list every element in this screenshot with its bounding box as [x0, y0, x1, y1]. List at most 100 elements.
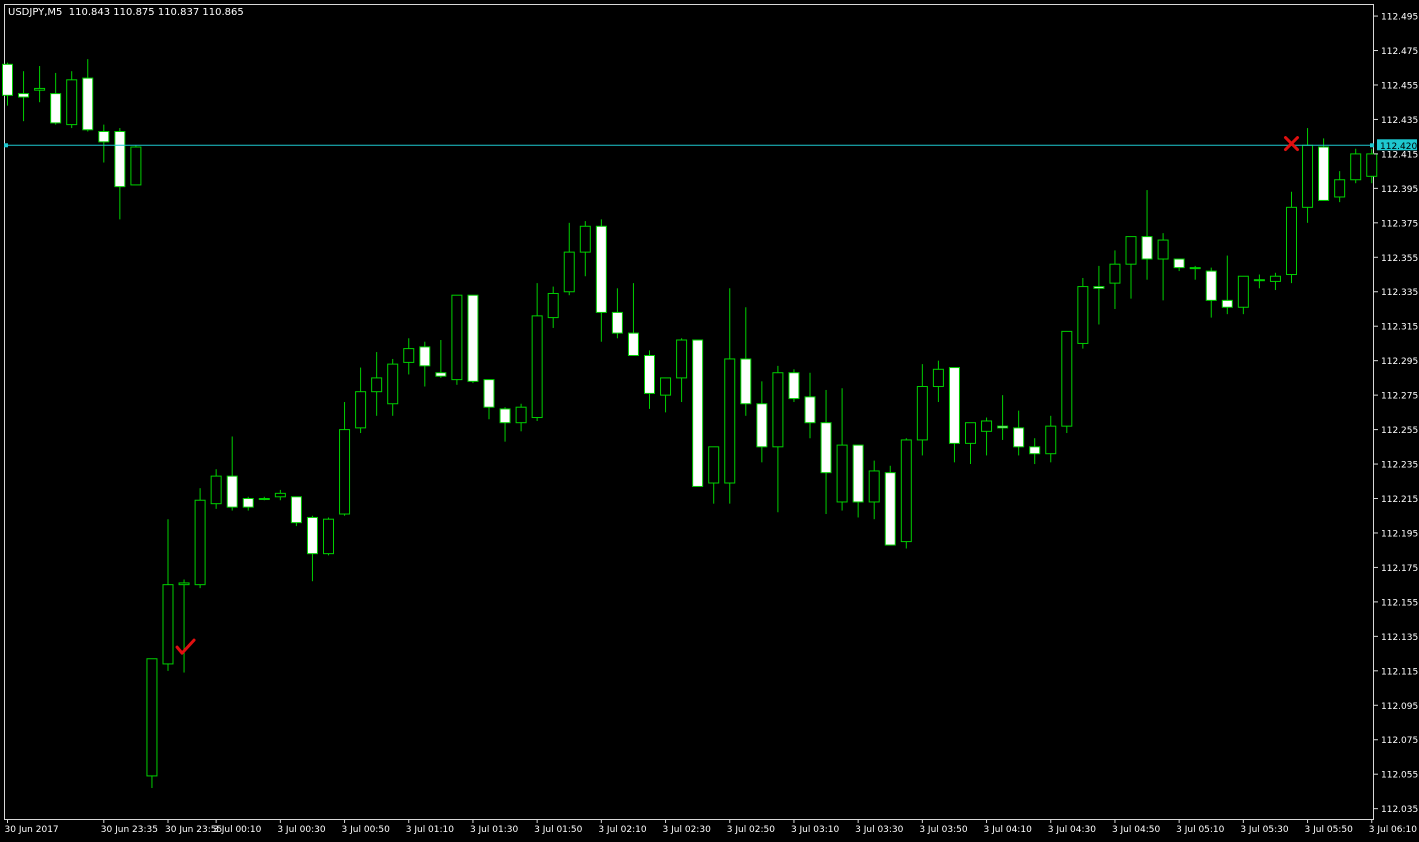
check-mark-icon — [175, 638, 196, 655]
candle — [1029, 438, 1041, 465]
candle-body — [708, 446, 720, 484]
y-tick-label: 112.475 — [1381, 47, 1418, 57]
candle — [258, 496, 270, 501]
x-tick-label: 30 Jun 23:35 — [101, 825, 158, 835]
candle — [1269, 272, 1281, 291]
candle-body — [419, 346, 431, 367]
x-tick-label: 3 Jul 03:30 — [855, 825, 904, 835]
candle — [981, 417, 993, 456]
candle — [515, 403, 527, 432]
candle-body — [740, 358, 752, 405]
candle — [114, 128, 126, 220]
candle — [531, 283, 543, 421]
candle-body — [788, 372, 800, 400]
y-tick-label: 112.455 — [1381, 81, 1418, 91]
candle-body — [242, 498, 254, 508]
y-tick-label: 112.495 — [1381, 13, 1418, 23]
candle — [1109, 250, 1121, 309]
candle — [1157, 233, 1169, 301]
x-tick-label: 3 Jul 01:50 — [534, 825, 583, 835]
candle-body — [306, 516, 318, 555]
candle — [66, 71, 78, 129]
candle-body — [210, 475, 222, 505]
candle-body — [820, 422, 832, 474]
y-tick-label: 112.435 — [1381, 116, 1418, 126]
candle-body — [1318, 146, 1330, 201]
entry-check-marker — [175, 638, 196, 655]
y-tick-label: 112.035 — [1381, 805, 1418, 815]
candle — [210, 469, 222, 509]
candle — [18, 71, 30, 122]
candle — [676, 338, 688, 403]
candle-body — [387, 363, 399, 405]
candle — [916, 364, 928, 456]
y-tick-label: 112.175 — [1381, 564, 1418, 574]
candle-body — [98, 131, 110, 143]
candle — [242, 496, 254, 511]
candle-body — [1237, 275, 1249, 308]
candle-body — [948, 367, 960, 444]
price-axis[interactable]: 112.495 112.475 112.455 112.435 112.415 112.3… — [1374, 13, 1418, 816]
candle-body — [2, 63, 13, 96]
candle — [563, 222, 575, 296]
candle-body — [563, 251, 575, 293]
x-tick-label: 3 Jul 02:10 — [598, 825, 647, 835]
x-tick-label: 3 Jul 02:30 — [663, 825, 712, 835]
candle-body — [627, 332, 639, 357]
candle — [1173, 258, 1185, 272]
x-tick-label: 3 Jul 05:50 — [1305, 825, 1354, 835]
candle-body — [258, 498, 270, 501]
candle-body — [451, 294, 463, 381]
candlestick-chart[interactable]: 112.420 112.495 112.475 112.455 112.435 112.… — [0, 0, 1419, 842]
candle — [1286, 191, 1297, 284]
candle — [756, 381, 768, 463]
trading-chart-window[interactable]: USDJPY,M5 110.843 110.875 110.837 110.86… — [0, 0, 1419, 842]
candle-body — [1205, 270, 1217, 301]
candle — [804, 372, 816, 439]
candle-body — [1269, 275, 1281, 282]
candle — [788, 369, 800, 403]
candle-body — [323, 518, 334, 555]
y-tick-label: 112.295 — [1381, 357, 1418, 367]
candle — [740, 307, 752, 416]
x-tick-label: 3 Jul 00:50 — [342, 825, 391, 835]
candle-body — [82, 77, 94, 131]
candle — [660, 377, 672, 413]
candle-body — [50, 93, 62, 124]
candle — [948, 367, 960, 463]
candle-body — [1125, 236, 1137, 265]
candle-body — [852, 444, 864, 503]
candle — [772, 365, 784, 513]
candle-body — [66, 79, 78, 126]
time-axis[interactable]: 30 Jun 2017 30 Jun 23:35 30 Jun 23:553 Jul… — [5, 819, 1418, 835]
candle — [339, 402, 351, 516]
candle — [1334, 171, 1346, 203]
candle-body — [884, 472, 896, 546]
candle — [579, 221, 591, 277]
trade-markers — [175, 136, 1299, 655]
candle — [1141, 190, 1153, 280]
candle — [1237, 275, 1249, 315]
candle-body — [1286, 206, 1297, 276]
candle-body — [1366, 153, 1378, 177]
x-tick-label: 3 Jul 06:10 — [1369, 825, 1418, 835]
y-tick-label: 112.195 — [1381, 529, 1418, 539]
candle — [1253, 274, 1265, 289]
candle-body — [644, 355, 655, 394]
candle-body — [916, 386, 928, 441]
horizontal-price-line[interactable]: 112.420 — [4, 139, 1417, 152]
y-tick-label: 112.075 — [1381, 736, 1418, 746]
y-tick-label: 112.215 — [1381, 495, 1418, 505]
candle-body — [34, 87, 46, 91]
hline-handle-right[interactable] — [1370, 143, 1374, 148]
x-tick-label: 3 Jul 04:10 — [984, 825, 1033, 835]
candle — [403, 338, 415, 375]
candle-body — [114, 131, 126, 188]
candle — [1125, 236, 1137, 299]
candle — [692, 339, 704, 487]
candle-body — [18, 93, 30, 98]
candle — [387, 358, 399, 416]
candle — [708, 446, 720, 504]
hline-handle-left[interactable] — [4, 143, 8, 148]
candle-body — [290, 496, 302, 524]
